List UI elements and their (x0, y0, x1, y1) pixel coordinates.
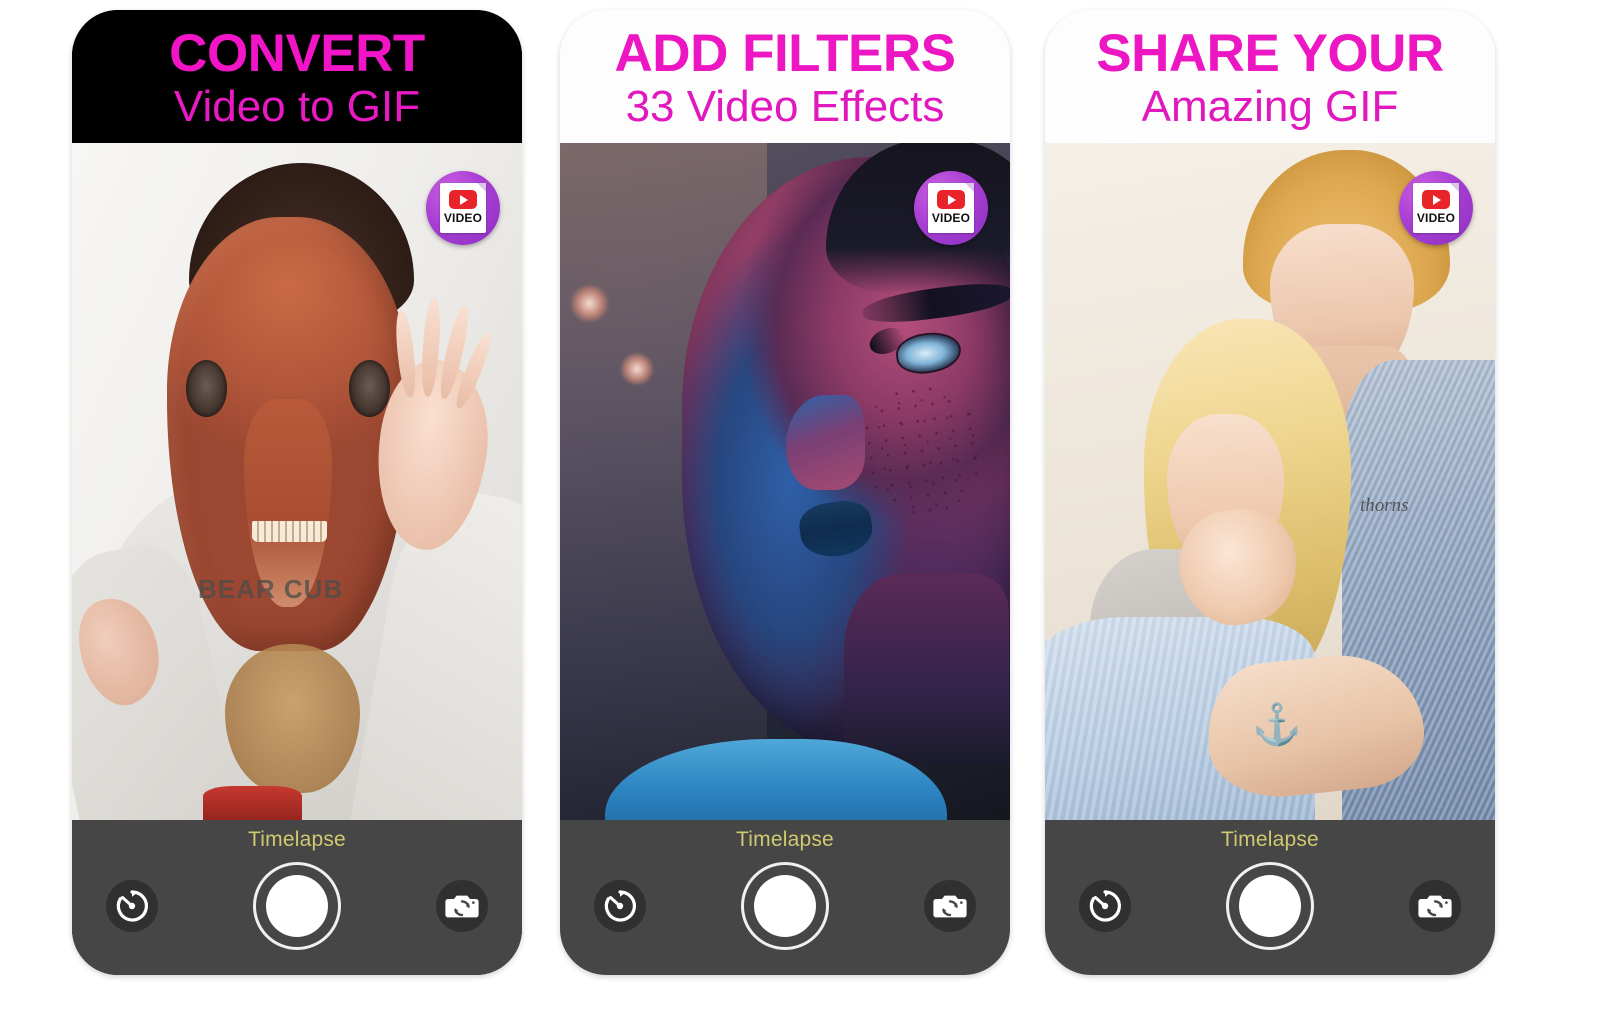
timelapse-speed-icon (116, 889, 148, 922)
photo-face (681, 143, 1010, 765)
play-icon (1422, 190, 1450, 209)
photo-artwork: BEAR CUB (72, 143, 522, 820)
panel-title-main: ADD FILTERS (614, 23, 956, 83)
panel-title-main: CONVERT (169, 23, 425, 83)
timelapse-speed-button[interactable] (1079, 879, 1131, 932)
photo-lips (796, 497, 876, 561)
camera-control-bar: Timelapse (1045, 820, 1495, 975)
shutter-button[interactable] (741, 861, 829, 950)
photo-shirt-text: BEAR CUB (198, 574, 344, 605)
play-triangle-icon (948, 194, 956, 205)
camera-mode-label: Timelapse (1221, 828, 1319, 851)
photo-artwork: thorns ⚓ (1045, 143, 1495, 820)
video-file-icon: VIDEO (1413, 183, 1459, 233)
photo-nose (785, 394, 866, 491)
photo-anchor-tattoo-icon: ⚓ (1252, 702, 1302, 747)
mask-eye-right (348, 360, 391, 417)
video-badge-label: VIDEO (1416, 211, 1456, 225)
panel-photo-dinosaur-mask: BEAR CUB VIDEO (72, 143, 522, 820)
screenshot-stage: CONVERT Video to GIF BEAR CUB VIDEO Time… (0, 0, 1608, 1010)
panel-title-sub: 33 Video Effects (625, 81, 945, 131)
video-file-badge[interactable]: VIDEO (914, 171, 988, 245)
panel-header-share: SHARE YOUR Amazing GIF (1045, 10, 1495, 143)
camera-flip-button[interactable] (1409, 879, 1461, 932)
play-icon (449, 190, 477, 209)
play-triangle-icon (460, 194, 468, 205)
mask-teeth (251, 520, 327, 543)
camera-flip-icon (445, 895, 479, 917)
video-badge-label: VIDEO (931, 211, 971, 225)
camera-flip-icon (933, 895, 967, 917)
camera-mode-label: Timelapse (736, 828, 834, 851)
photo-eye (895, 332, 961, 375)
shutter-button[interactable] (1226, 861, 1314, 950)
panel-photo-couple: thorns ⚓ VIDEO (1045, 143, 1495, 820)
photo-shirt-bear-graphic (225, 643, 360, 793)
mask-eye-left (185, 360, 228, 417)
photo-red-garment (202, 786, 302, 820)
app-screenshot-panel-filters: ADD FILTERS 33 Video Effects VIDEO Timel… (560, 10, 1010, 975)
camera-flip-icon (1418, 895, 1452, 917)
timelapse-speed-icon (604, 889, 636, 922)
video-file-icon: VIDEO (440, 183, 486, 233)
panel-photo-neon-portrait: VIDEO (560, 143, 1010, 820)
app-screenshot-panel-share: SHARE YOUR Amazing GIF thorns ⚓ VIDEO Ti… (1045, 10, 1495, 975)
photo-neck-tattoo: thorns (1360, 495, 1409, 517)
photo-artwork (560, 143, 1010, 820)
shutter-inner-circle (754, 874, 816, 937)
shutter-button[interactable] (253, 861, 341, 950)
video-file-badge[interactable]: VIDEO (426, 171, 500, 245)
shutter-inner-circle (266, 874, 328, 937)
timelapse-speed-button[interactable] (594, 879, 646, 932)
timelapse-speed-icon (1089, 889, 1121, 922)
video-file-badge[interactable]: VIDEO (1399, 171, 1473, 245)
panel-title-sub: Amazing GIF (1141, 81, 1399, 131)
panel-header-convert: CONVERT Video to GIF (72, 10, 522, 143)
camera-flip-button[interactable] (924, 879, 976, 932)
photo-bokeh-light (569, 285, 610, 323)
video-file-icon: VIDEO (928, 183, 974, 233)
video-badge-label: VIDEO (443, 211, 483, 225)
camera-control-bar: Timelapse (72, 820, 522, 975)
photo-bokeh-light (618, 352, 655, 386)
photo-neck (843, 573, 1010, 765)
play-triangle-icon (1433, 194, 1441, 205)
panel-title-main: SHARE YOUR (1096, 23, 1444, 83)
camera-flip-button[interactable] (436, 879, 488, 932)
panel-title-sub: Video to GIF (173, 81, 421, 131)
photo-freckles (852, 375, 993, 522)
camera-control-bar: Timelapse (560, 820, 1010, 975)
timelapse-speed-button[interactable] (106, 879, 158, 932)
shutter-inner-circle (1239, 874, 1301, 937)
camera-mode-label: Timelapse (248, 828, 346, 851)
app-screenshot-panel-convert: CONVERT Video to GIF BEAR CUB VIDEO Time… (72, 10, 522, 975)
panel-header-filters: ADD FILTERS 33 Video Effects (560, 10, 1010, 143)
play-icon (937, 190, 965, 209)
